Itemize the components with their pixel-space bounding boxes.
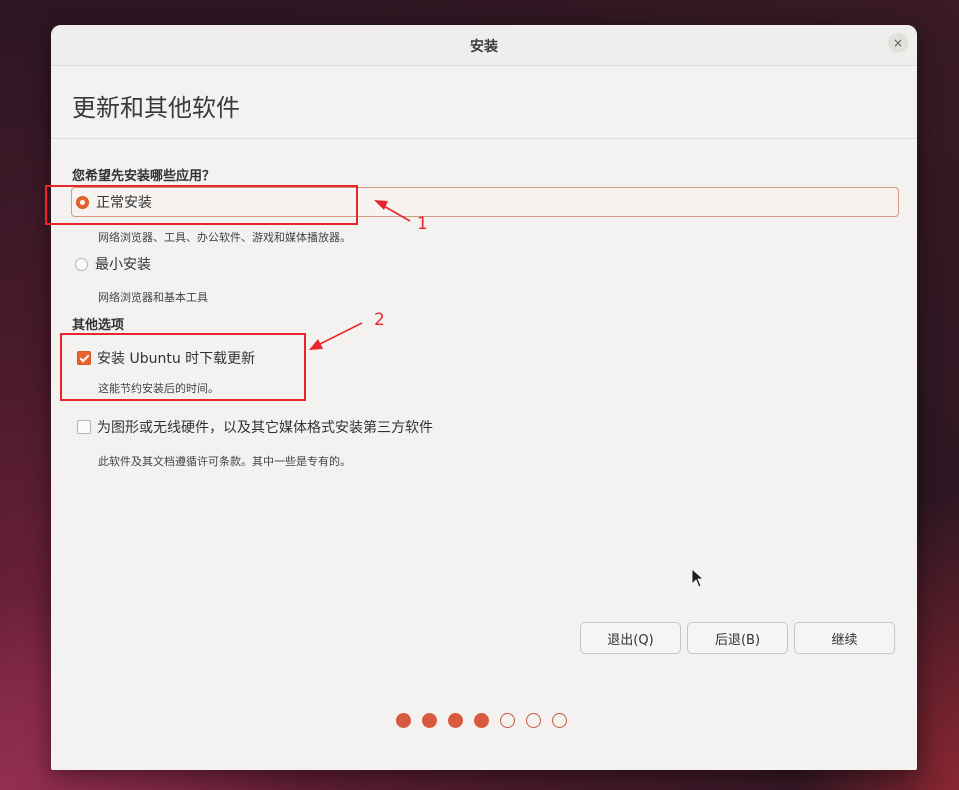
mouse-cursor-icon [691,568,705,588]
annotation-arrows [309,200,411,350]
annotation-arrow-2-shaft [317,322,363,346]
annotation-arrow-1-head [374,200,388,210]
annotation-arrow-2-head [309,339,323,350]
annotation-arrow-1-shaft [381,204,411,222]
